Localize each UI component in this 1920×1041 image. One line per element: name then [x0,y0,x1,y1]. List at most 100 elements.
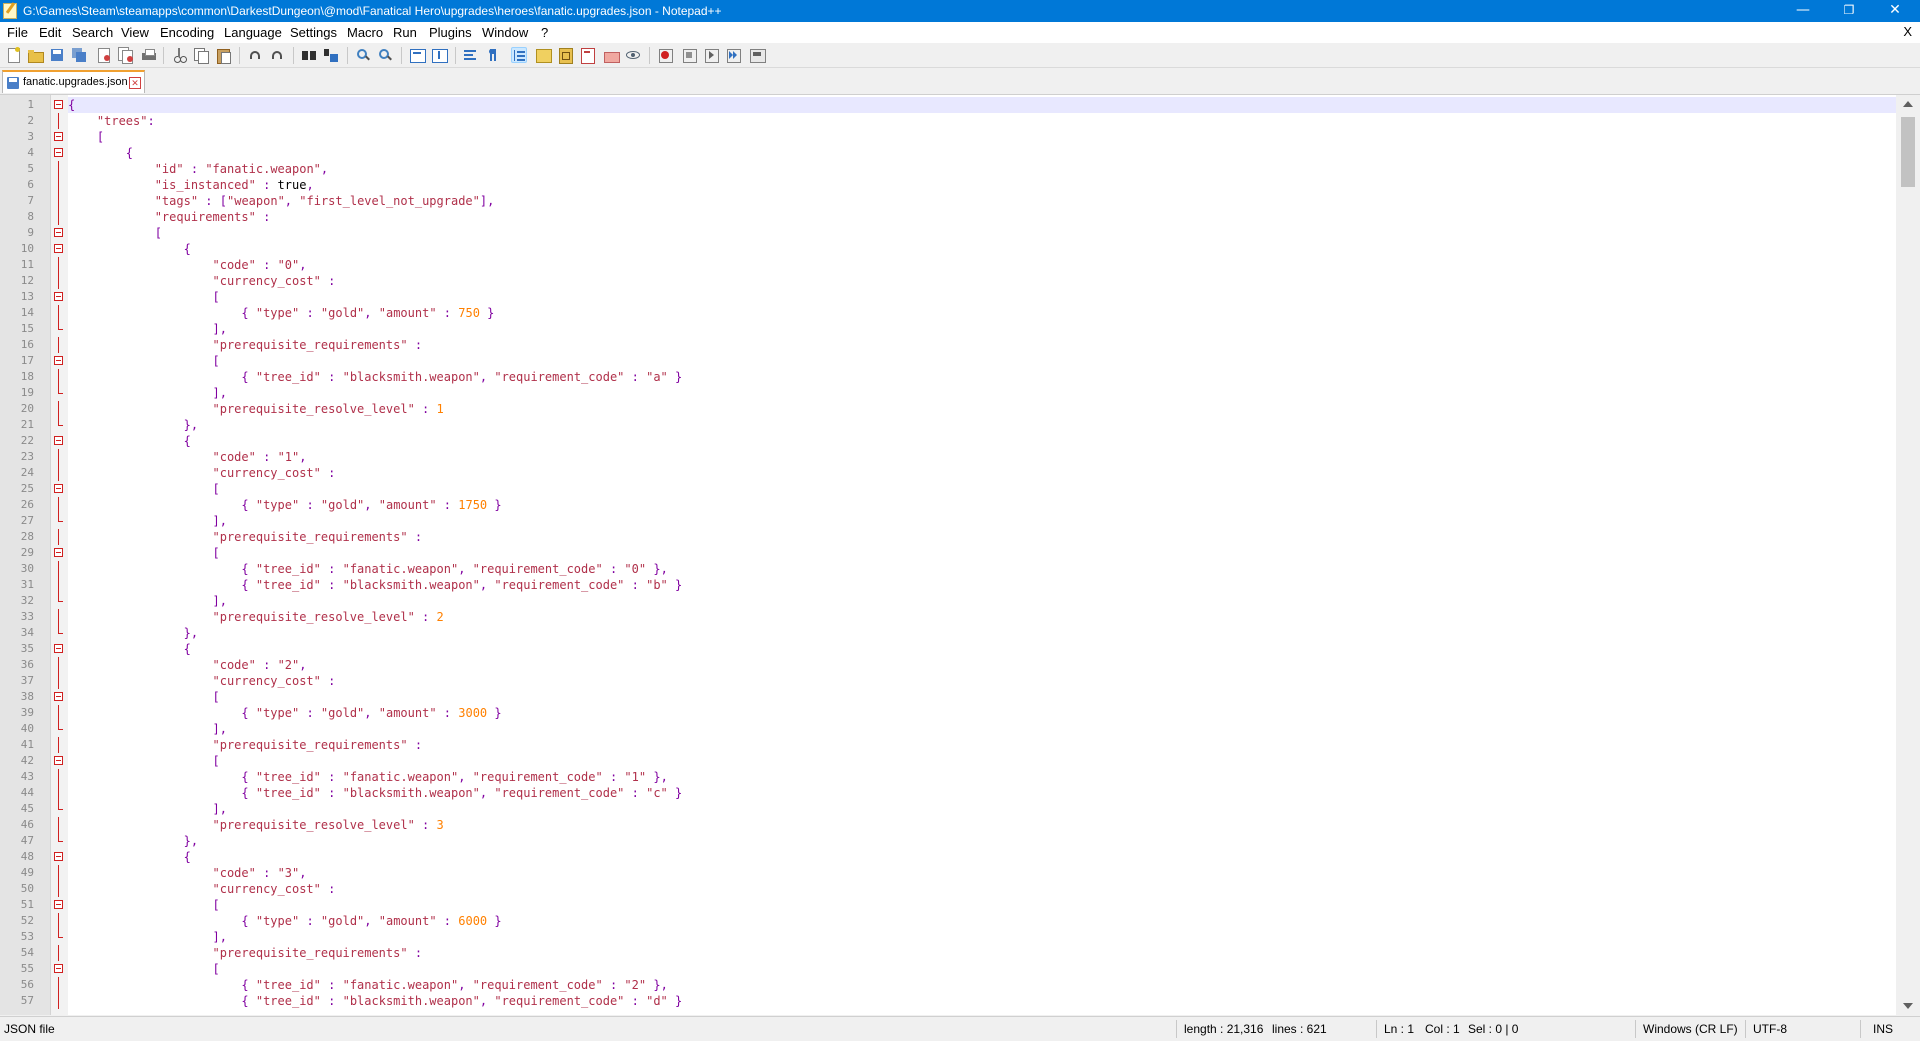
code-line[interactable]: 23 "code" : "1", [21,449,1896,465]
run-macro-multiple-icon[interactable] [725,47,741,63]
code-line[interactable]: 13 [ [21,289,1896,305]
menu-plugins[interactable]: Plugins [429,25,472,40]
show-all-chars-icon[interactable] [485,47,501,63]
code-line[interactable]: 57 { "tree_id" : "blacksmith.weapon", "r… [21,993,1896,1009]
copy-icon[interactable] [193,47,209,64]
code-line[interactable]: 48 { [21,849,1896,865]
save-all-icon[interactable] [71,47,87,63]
code-line[interactable]: 43 { "tree_id" : "fanatic.weapon", "requ… [21,769,1896,785]
fold-toggle-icon[interactable] [54,484,63,493]
scrollbar-thumb[interactable] [1901,117,1915,187]
play-macro-icon[interactable] [703,47,719,63]
fold-toggle-icon[interactable] [54,132,63,141]
code-line[interactable]: 29 [ [21,545,1896,561]
code-line[interactable]: 37 "currency_cost" : [21,673,1896,689]
code-line[interactable]: 54 "prerequisite_requirements" : [21,945,1896,961]
status-eol[interactable]: Windows (CR LF) [1643,1022,1738,1036]
fold-toggle-icon[interactable] [54,228,63,237]
scroll-up-arrow-icon[interactable] [1903,101,1913,107]
code-line[interactable]: 8 "requirements" : [27,209,1896,225]
code-line[interactable]: 41 "prerequisite_requirements" : [21,737,1896,753]
close-document-button[interactable]: X [1903,24,1912,39]
code-line[interactable]: 22 { [21,433,1896,449]
menu-macro[interactable]: Macro [347,25,383,40]
fold-toggle-icon[interactable] [54,244,63,253]
code-line[interactable]: 4 { [27,145,1896,161]
redo-icon[interactable] [269,47,285,63]
code-line[interactable]: 18 { "tree_id" : "blacksmith.weapon", "r… [21,369,1896,385]
code-line[interactable]: 21 }, [21,417,1896,433]
doc-map-icon[interactable] [557,47,573,64]
code-line[interactable]: 2 "trees": [27,113,1896,129]
close-tab-icon[interactable]: ✕ [129,77,141,89]
code-line[interactable]: 33 "prerequisite_resolve_level" : 2 [21,609,1896,625]
replace-icon[interactable] [323,47,339,63]
menu-run[interactable]: Run [393,25,417,40]
word-wrap-icon[interactable] [463,47,479,63]
paste-icon[interactable] [215,47,231,64]
fold-toggle-icon[interactable] [54,692,63,701]
code-line[interactable]: 31 { "tree_id" : "blacksmith.weapon", "r… [21,577,1896,593]
sync-horizontal-icon[interactable] [431,47,448,63]
menu-language[interactable]: Language [224,25,282,40]
code-line[interactable]: 17 [ [21,353,1896,369]
code-line[interactable]: 7 "tags" : ["weapon", "first_level_not_u… [27,193,1896,209]
code-line[interactable]: 56 { "tree_id" : "fanatic.weapon", "requ… [21,977,1896,993]
code-line[interactable]: 27 ], [21,513,1896,529]
print-icon[interactable] [141,47,157,63]
menu-search[interactable]: Search [72,25,113,40]
code-line[interactable]: 46 "prerequisite_resolve_level" : 3 [21,817,1896,833]
code-area[interactable]: 1{2 "trees": 3 [4 {5 "id" : "fanatic.weap… [21,95,1896,1015]
menu-file[interactable]: File [7,25,28,40]
code-line[interactable]: 39 { "type" : "gold", "amount" : 3000 } [21,705,1896,721]
zoom-out-icon[interactable] [377,47,393,63]
menu-view[interactable]: View [121,25,149,40]
menu-settings[interactable]: Settings [290,25,337,40]
minimize-button[interactable]: — [1780,0,1826,22]
close-icon[interactable] [95,47,111,63]
new-file-icon[interactable] [5,47,21,63]
fold-toggle-icon[interactable] [54,644,63,653]
code-line[interactable]: 55 [ [21,961,1896,977]
code-line[interactable]: 35 { [21,641,1896,657]
code-line[interactable]: 6 "is_instanced" : true, [27,177,1896,193]
code-line[interactable]: 28 "prerequisite_requirements" : [21,529,1896,545]
save-icon[interactable] [49,47,65,63]
fold-toggle-icon[interactable] [54,148,63,157]
cut-icon[interactable] [171,47,187,63]
menu-encoding[interactable]: Encoding [160,25,214,40]
code-line[interactable]: 14 { "type" : "gold", "amount" : 750 } [21,305,1896,321]
menu-edit[interactable]: Edit [39,25,61,40]
find-icon[interactable] [301,47,317,63]
code-line[interactable]: 5 "id" : "fanatic.weapon", [27,161,1896,177]
code-line[interactable]: 40 ], [21,721,1896,737]
code-line[interactable]: 44 { "tree_id" : "blacksmith.weapon", "r… [21,785,1896,801]
code-line[interactable]: 30 { "tree_id" : "fanatic.weapon", "requ… [21,561,1896,577]
restore-button[interactable]: ❐ [1826,0,1872,22]
code-line[interactable]: 36 "code" : "2", [21,657,1896,673]
code-line[interactable]: 1{ [27,97,1896,113]
undo-icon[interactable] [247,47,263,63]
close-all-icon[interactable] [117,47,133,64]
open-file-icon[interactable] [27,47,44,63]
status-encoding[interactable]: UTF-8 [1753,1022,1787,1036]
code-line[interactable]: 50 "currency_cost" : [21,881,1896,897]
indent-guide-icon[interactable] [511,47,527,63]
code-line[interactable]: 38 [ [21,689,1896,705]
code-line[interactable]: 47 }, [21,833,1896,849]
fold-toggle-icon[interactable] [54,964,63,973]
folder-workspace-icon[interactable] [603,47,620,63]
fold-toggle-icon[interactable] [54,756,63,765]
fold-toggle-icon[interactable] [54,900,63,909]
code-line[interactable]: 9 [ [27,225,1896,241]
code-line[interactable]: 53 ], [21,929,1896,945]
code-line[interactable]: 12 "currency_cost" : [21,273,1896,289]
record-macro-icon[interactable] [657,47,673,63]
stop-macro-icon[interactable] [681,47,697,63]
code-line[interactable]: 16 "prerequisite_requirements" : [21,337,1896,353]
code-line[interactable]: 25 [ [21,481,1896,497]
code-line[interactable]: 15 ], [21,321,1896,337]
code-line[interactable]: 51 [ [21,897,1896,913]
scroll-down-arrow-icon[interactable] [1903,1003,1913,1009]
sync-vertical-icon[interactable] [409,47,426,63]
